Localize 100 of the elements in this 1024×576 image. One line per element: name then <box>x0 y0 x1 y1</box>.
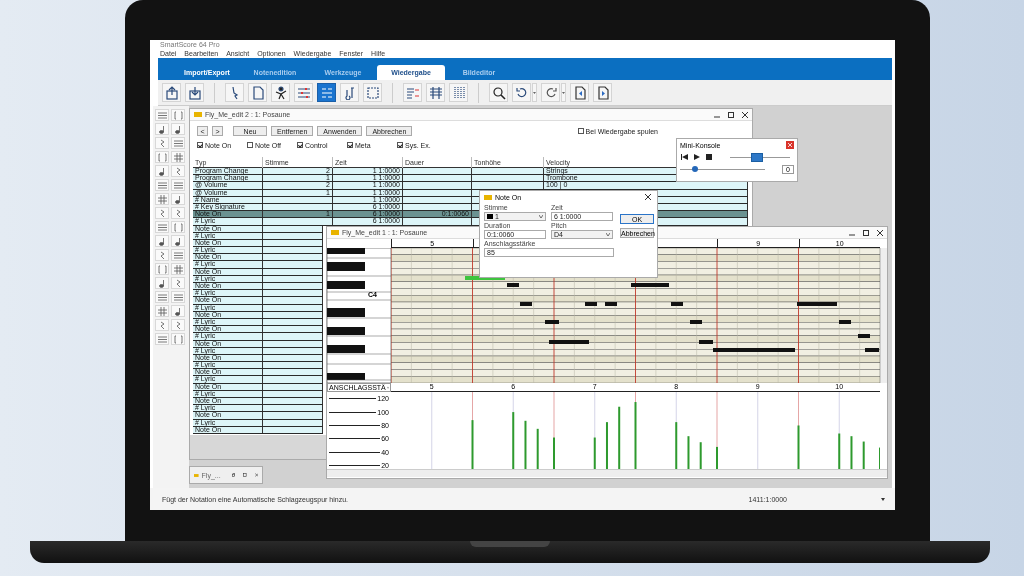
play-button[interactable] <box>692 152 701 162</box>
velocity-bar[interactable] <box>618 406 621 469</box>
undo-icon <box>514 85 529 100</box>
palette-button[interactable] <box>171 137 185 149</box>
palette-button[interactable] <box>171 151 185 163</box>
note-icon <box>173 124 183 134</box>
staff-icon <box>157 222 167 232</box>
palette-button[interactable] <box>171 207 185 219</box>
note-icon <box>157 124 167 134</box>
velocity-bar[interactable] <box>699 442 702 469</box>
dotted-frame-icon <box>365 85 380 100</box>
scrollbar[interactable] <box>880 248 887 383</box>
search-icon <box>491 85 506 100</box>
caret-icon <box>881 497 885 501</box>
maximize-icon[interactable] <box>728 111 734 118</box>
grid-icon <box>428 85 443 100</box>
palette-button[interactable] <box>155 221 169 233</box>
palette-button[interactable] <box>155 207 169 219</box>
stop-icon <box>705 154 712 160</box>
checkbox[interactable] <box>197 142 203 148</box>
staff-icon <box>157 292 167 302</box>
close-icon[interactable] <box>742 111 748 118</box>
staff-icon <box>157 334 167 344</box>
page-right-icon <box>595 85 610 100</box>
velocity-bar[interactable] <box>593 437 596 469</box>
grid-icon <box>173 264 183 274</box>
page-left-icon <box>572 85 587 100</box>
checkbox[interactable] <box>247 142 253 148</box>
palette-button[interactable] <box>155 165 169 177</box>
list-icon <box>319 85 334 100</box>
window-icon <box>194 112 202 117</box>
palette-button[interactable] <box>155 249 169 261</box>
caret-icon <box>539 215 543 218</box>
palette-button[interactable] <box>171 235 185 247</box>
staff-icon <box>173 250 183 260</box>
staff-icon <box>173 180 183 190</box>
play-icon <box>693 154 700 160</box>
palette-button[interactable] <box>155 123 169 135</box>
palette-button[interactable] <box>155 109 169 121</box>
bracket-icon <box>173 334 183 344</box>
note-icon <box>157 278 167 288</box>
checkbox[interactable] <box>397 142 403 148</box>
window-icon <box>331 230 339 235</box>
palette-button[interactable] <box>155 137 169 149</box>
figure-icon <box>273 85 288 100</box>
piano-keyboard-drawing[interactable] <box>327 248 391 383</box>
palette-button[interactable] <box>155 305 169 317</box>
palette-button[interactable] <box>155 235 169 247</box>
palette-button[interactable] <box>155 193 169 205</box>
note-icon <box>157 236 167 246</box>
tuning-fork-icon <box>342 85 357 100</box>
checkbox[interactable] <box>297 142 303 148</box>
velocity-bar[interactable] <box>838 433 841 469</box>
palette-button[interactable] <box>171 319 185 331</box>
note-grid-drawing[interactable] <box>391 248 880 383</box>
palette-button[interactable] <box>155 277 169 289</box>
velocity-bar[interactable] <box>675 422 678 469</box>
maximize-icon[interactable] <box>863 229 869 236</box>
palette-button[interactable] <box>155 179 169 191</box>
staff-icon <box>157 180 167 190</box>
checkbox[interactable] <box>347 142 353 148</box>
rewind-button[interactable] <box>680 152 689 162</box>
palette-button[interactable] <box>171 193 185 205</box>
velocity-bar[interactable] <box>862 441 865 469</box>
bracket-icon <box>173 110 183 120</box>
grid-icon <box>157 306 167 316</box>
restore-icon[interactable] <box>231 472 236 478</box>
caret-icon <box>386 386 389 389</box>
palette-button[interactable] <box>171 249 185 261</box>
palette-button[interactable] <box>171 263 185 275</box>
slider-thumb[interactable] <box>692 165 699 172</box>
window-icon <box>484 194 492 200</box>
download-icon <box>187 85 202 100</box>
palette-button[interactable] <box>171 179 185 191</box>
palette-button[interactable] <box>155 291 169 303</box>
note-icon <box>173 236 183 246</box>
close-icon[interactable] <box>877 229 883 236</box>
velocity-bar[interactable] <box>536 428 539 469</box>
close-icon[interactable] <box>645 194 651 200</box>
velocity-bar[interactable] <box>512 412 515 469</box>
checkbox[interactable] <box>577 128 584 134</box>
close-icon <box>788 143 792 147</box>
staff-icon <box>157 110 167 120</box>
palette-button[interactable] <box>171 291 185 303</box>
palette-button[interactable] <box>171 277 185 289</box>
note-icon <box>173 194 183 204</box>
palette-button[interactable] <box>171 123 185 135</box>
palette-button[interactable] <box>171 305 185 317</box>
palette-button[interactable] <box>171 165 185 177</box>
dot-grid-icon <box>451 85 466 100</box>
palette-button[interactable] <box>155 333 169 345</box>
close-button[interactable] <box>786 141 794 149</box>
staff-icon <box>173 292 183 302</box>
dropdown-button[interactable] <box>561 83 566 102</box>
palette-button[interactable] <box>155 319 169 331</box>
slider-thumb[interactable] <box>751 152 763 162</box>
scrollbar[interactable] <box>327 469 887 477</box>
bracket-icon <box>157 264 167 274</box>
note-icon <box>157 166 167 176</box>
stop-button[interactable] <box>704 152 713 162</box>
